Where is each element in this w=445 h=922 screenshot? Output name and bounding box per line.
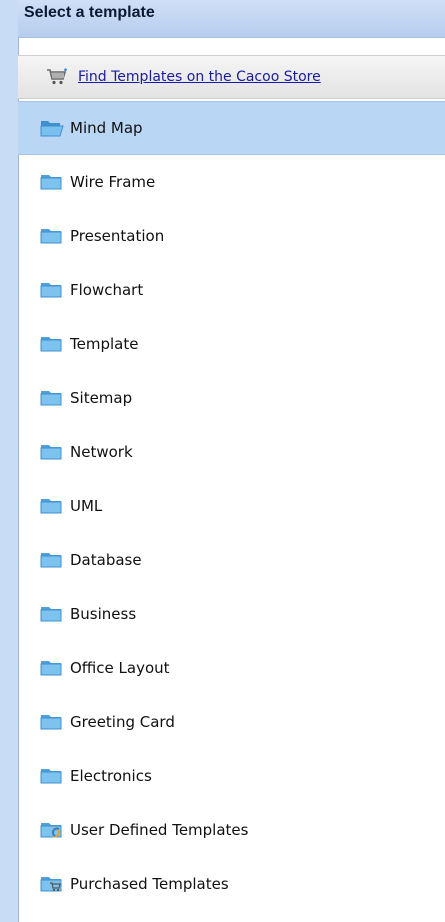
template-label: Sitemap [70, 389, 133, 407]
folder-icon [40, 607, 62, 622]
folder-icon [40, 175, 62, 190]
folder-icon [40, 499, 62, 514]
template-item-sitemap[interactable]: Sitemap [18, 371, 445, 425]
folder-icon [40, 715, 62, 730]
template-item-electronics[interactable]: Electronics [18, 749, 445, 803]
folder-icon [40, 337, 62, 352]
template-item-database[interactable]: Database [18, 533, 445, 587]
template-item-greeting-card[interactable]: Greeting Card [18, 695, 445, 749]
template-label: Wire Frame [70, 173, 156, 191]
store-row[interactable]: Find Templates on the Cacoo Store [18, 55, 445, 99]
template-label: Purchased Templates [70, 875, 229, 893]
template-item-user-defined[interactable]: User Defined Templates [18, 803, 445, 857]
template-label: Template [70, 335, 139, 353]
template-label: Business [70, 605, 137, 623]
panel-header: Select a template [18, 0, 445, 38]
folder-icon [40, 445, 62, 460]
template-item-uml[interactable]: UML [18, 479, 445, 533]
folder-icon [40, 661, 62, 676]
template-label: Database [70, 551, 142, 569]
template-label: Network [70, 443, 133, 461]
template-label: Mind Map [70, 119, 143, 137]
template-label: User Defined Templates [70, 821, 249, 839]
template-item-business[interactable]: Business [18, 587, 445, 641]
template-item-wire-frame[interactable]: Wire Frame [18, 155, 445, 209]
folder-icon [40, 553, 62, 568]
template-item-flowchart[interactable]: Flowchart [18, 263, 445, 317]
template-label: Greeting Card [70, 713, 175, 731]
template-list: Mind Map Wire Frame Presentation Flowcha… [18, 101, 445, 911]
store-link[interactable]: Find Templates on the Cacoo Store [78, 69, 321, 85]
folder-user-icon [40, 823, 62, 838]
folder-open-icon [40, 121, 64, 137]
folder-icon [40, 391, 62, 406]
template-item-mind-map[interactable]: Mind Map [18, 101, 445, 155]
template-item-template[interactable]: Template [18, 317, 445, 371]
template-label: UML [70, 497, 103, 515]
template-label: Presentation [70, 227, 165, 245]
folder-icon [40, 283, 62, 298]
panel-title: Select a template [24, 3, 155, 21]
folder-icon [40, 229, 62, 244]
template-label: Flowchart [70, 281, 144, 299]
cart-icon [47, 68, 67, 85]
template-item-network[interactable]: Network [18, 425, 445, 479]
template-item-presentation[interactable]: Presentation [18, 209, 445, 263]
folder-cart-icon [40, 877, 62, 892]
folder-icon [40, 769, 62, 784]
template-label: Office Layout [70, 659, 170, 677]
template-item-office-layout[interactable]: Office Layout [18, 641, 445, 695]
template-label: Electronics [70, 767, 152, 785]
template-item-purchased[interactable]: Purchased Templates [18, 857, 445, 911]
